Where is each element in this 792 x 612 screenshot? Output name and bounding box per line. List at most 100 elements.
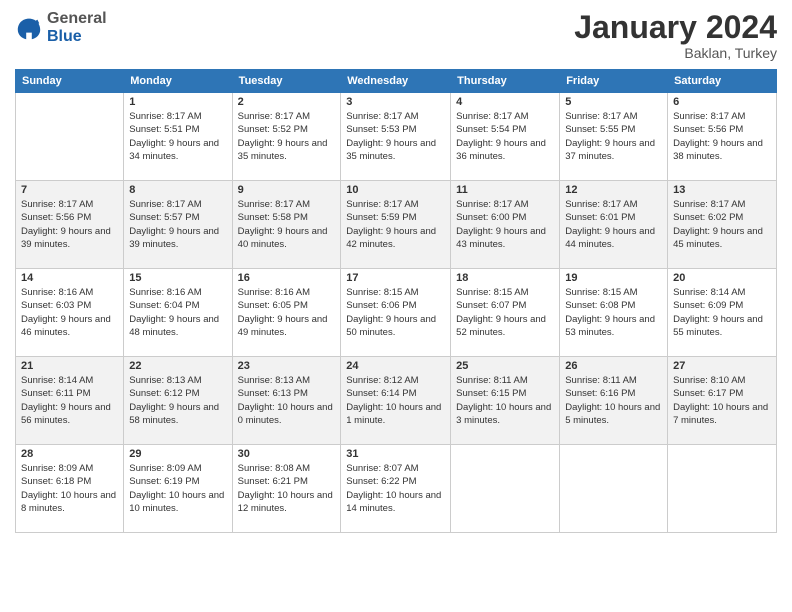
day-number: 10 bbox=[346, 184, 445, 196]
day-number: 2 bbox=[238, 96, 336, 108]
col-thursday: Thursday bbox=[451, 70, 560, 93]
day-info: Sunrise: 8:17 AMSunset: 5:54 PMDaylight:… bbox=[456, 110, 554, 163]
col-saturday: Saturday bbox=[668, 70, 777, 93]
calendar-cell: 14 Sunrise: 8:16 AMSunset: 6:03 PMDayligh… bbox=[16, 269, 124, 357]
calendar-cell: 7Sunrise: 8:17 AMSunset: 5:56 PMDaylight… bbox=[16, 181, 124, 269]
calendar-cell: 13Sunrise: 8:17 AMSunset: 6:02 PMDayligh… bbox=[668, 181, 777, 269]
calendar-cell: 22 Sunrise: 8:13 AMSunset: 6:12 PMDayligh… bbox=[124, 357, 232, 445]
calendar-cell: 21 Sunrise: 8:14 AMSunset: 6:11 PMDayligh… bbox=[16, 357, 124, 445]
day-info: Sunrise: 8:17 AMSunset: 6:01 PMDaylight:… bbox=[565, 198, 662, 251]
day-info: Sunrise: 8:16 AMSunset: 6:03 PMDaylight:… bbox=[21, 286, 118, 339]
day-info: Sunrise: 8:16 AMSunset: 6:04 PMDaylight:… bbox=[129, 286, 226, 339]
calendar-table: Sunday Monday Tuesday Wednesday Thursday… bbox=[15, 69, 777, 533]
day-number: 23 bbox=[238, 360, 336, 372]
day-number: 4 bbox=[456, 96, 554, 108]
day-info: Sunrise: 8:14 AMSunset: 6:09 PMDaylight:… bbox=[673, 286, 771, 339]
calendar-cell: 8 Sunrise: 8:17 AMSunset: 5:57 PMDaylight… bbox=[124, 181, 232, 269]
calendar-week-3: 14 Sunrise: 8:16 AMSunset: 6:03 PMDayligh… bbox=[16, 269, 777, 357]
day-number: 26 bbox=[565, 360, 662, 372]
day-info: Sunrise: 8:15 AMSunset: 6:08 PMDaylight:… bbox=[565, 286, 662, 339]
day-number: 25 bbox=[456, 360, 554, 372]
month-title: January 2024 bbox=[574, 10, 777, 45]
calendar-cell: 3 Sunrise: 8:17 AMSunset: 5:53 PMDaylight… bbox=[341, 93, 451, 181]
calendar-cell: 18 Sunrise: 8:15 AMSunset: 6:07 PMDayligh… bbox=[451, 269, 560, 357]
calendar-cell: 5 Sunrise: 8:17 AMSunset: 5:55 PMDaylight… bbox=[560, 93, 668, 181]
calendar-week-4: 21 Sunrise: 8:14 AMSunset: 6:11 PMDayligh… bbox=[16, 357, 777, 445]
header-row: Sunday Monday Tuesday Wednesday Thursday… bbox=[16, 70, 777, 93]
day-number: 9 bbox=[238, 184, 336, 196]
day-info: Sunrise: 8:15 AMSunset: 6:07 PMDaylight:… bbox=[456, 286, 554, 339]
title-block: January 2024 Baklan, Turkey bbox=[574, 10, 777, 61]
day-info: Sunrise: 8:17 AMSunset: 5:55 PMDaylight:… bbox=[565, 110, 662, 163]
calendar-cell: 10 Sunrise: 8:17 AMSunset: 5:59 PMDayligh… bbox=[341, 181, 451, 269]
day-info: Sunrise: 8:13 AMSunset: 6:12 PMDaylight:… bbox=[129, 374, 226, 427]
calendar-cell bbox=[560, 445, 668, 533]
day-number: 31 bbox=[346, 448, 445, 460]
day-number: 8 bbox=[129, 184, 226, 196]
day-number: 12 bbox=[565, 184, 662, 196]
page-header: General Blue January 2024 Baklan, Turkey bbox=[15, 10, 777, 61]
day-number: 15 bbox=[129, 272, 226, 284]
day-info: Sunrise: 8:17 AMSunset: 5:56 PMDaylight:… bbox=[673, 110, 771, 163]
day-number: 28 bbox=[21, 448, 118, 460]
day-info: Sunrise: 8:17 AMSunset: 5:57 PMDaylight:… bbox=[129, 198, 226, 251]
calendar-cell: 19 Sunrise: 8:15 AMSunset: 6:08 PMDayligh… bbox=[560, 269, 668, 357]
day-info: Sunrise: 8:11 AMSunset: 6:15 PMDaylight:… bbox=[456, 374, 554, 427]
day-number: 7 bbox=[21, 184, 118, 196]
day-number: 3 bbox=[346, 96, 445, 108]
day-info: Sunrise: 8:07 AMSunset: 6:22 PMDaylight:… bbox=[346, 462, 445, 515]
day-info: Sunrise: 8:12 AMSunset: 6:14 PMDaylight:… bbox=[346, 374, 445, 427]
day-number: 14 bbox=[21, 272, 118, 284]
calendar-cell bbox=[16, 93, 124, 181]
calendar-cell: 15 Sunrise: 8:16 AMSunset: 6:04 PMDayligh… bbox=[124, 269, 232, 357]
calendar-cell: 2Sunrise: 8:17 AMSunset: 5:52 PMDaylight… bbox=[232, 93, 341, 181]
day-info: Sunrise: 8:17 AMSunset: 5:59 PMDaylight:… bbox=[346, 198, 445, 251]
calendar-cell: 29Sunrise: 8:09 AMSunset: 6:19 PMDayligh… bbox=[124, 445, 232, 533]
calendar-cell: 6Sunrise: 8:17 AMSunset: 5:56 PMDaylight… bbox=[668, 93, 777, 181]
calendar-cell: 11 Sunrise: 8:17 AMSunset: 6:00 PMDayligh… bbox=[451, 181, 560, 269]
calendar-cell: 16Sunrise: 8:16 AMSunset: 6:05 PMDayligh… bbox=[232, 269, 341, 357]
day-info: Sunrise: 8:08 AMSunset: 6:21 PMDaylight:… bbox=[238, 462, 336, 515]
col-wednesday: Wednesday bbox=[341, 70, 451, 93]
day-info: Sunrise: 8:11 AMSunset: 6:16 PMDaylight:… bbox=[565, 374, 662, 427]
day-number: 1 bbox=[129, 96, 226, 108]
day-info: Sunrise: 8:17 AMSunset: 6:02 PMDaylight:… bbox=[673, 198, 771, 251]
day-number: 5 bbox=[565, 96, 662, 108]
calendar-cell bbox=[451, 445, 560, 533]
day-number: 30 bbox=[238, 448, 336, 460]
calendar-cell: 1 Sunrise: 8:17 AMSunset: 5:51 PMDaylight… bbox=[124, 93, 232, 181]
logo-icon bbox=[15, 14, 43, 42]
day-number: 21 bbox=[21, 360, 118, 372]
calendar-cell: 12 Sunrise: 8:17 AMSunset: 6:01 PMDayligh… bbox=[560, 181, 668, 269]
day-info: Sunrise: 8:17 AMSunset: 6:00 PMDaylight:… bbox=[456, 198, 554, 251]
location: Baklan, Turkey bbox=[574, 45, 777, 61]
day-info: Sunrise: 8:10 AMSunset: 6:17 PMDaylight:… bbox=[673, 374, 771, 427]
day-info: Sunrise: 8:17 AMSunset: 5:51 PMDaylight:… bbox=[129, 110, 226, 163]
calendar-cell: 4 Sunrise: 8:17 AMSunset: 5:54 PMDaylight… bbox=[451, 93, 560, 181]
day-info: Sunrise: 8:16 AMSunset: 6:05 PMDaylight:… bbox=[238, 286, 336, 339]
day-number: 24 bbox=[346, 360, 445, 372]
col-tuesday: Tuesday bbox=[232, 70, 341, 93]
day-info: Sunrise: 8:17 AMSunset: 5:53 PMDaylight:… bbox=[346, 110, 445, 163]
day-number: 29 bbox=[129, 448, 226, 460]
day-info: Sunrise: 8:09 AMSunset: 6:18 PMDaylight:… bbox=[21, 462, 118, 515]
day-info: Sunrise: 8:17 AMSunset: 5:58 PMDaylight:… bbox=[238, 198, 336, 251]
calendar-week-1: 1 Sunrise: 8:17 AMSunset: 5:51 PMDaylight… bbox=[16, 93, 777, 181]
calendar-cell: 25 Sunrise: 8:11 AMSunset: 6:15 PMDayligh… bbox=[451, 357, 560, 445]
calendar-cell: 30 Sunrise: 8:08 AMSunset: 6:21 PMDayligh… bbox=[232, 445, 341, 533]
day-info: Sunrise: 8:15 AMSunset: 6:06 PMDaylight:… bbox=[346, 286, 445, 339]
day-info: Sunrise: 8:14 AMSunset: 6:11 PMDaylight:… bbox=[21, 374, 118, 427]
calendar-week-5: 28 Sunrise: 8:09 AMSunset: 6:18 PMDayligh… bbox=[16, 445, 777, 533]
col-friday: Friday bbox=[560, 70, 668, 93]
calendar-cell bbox=[668, 445, 777, 533]
day-number: 22 bbox=[129, 360, 226, 372]
col-sunday: Sunday bbox=[16, 70, 124, 93]
day-number: 19 bbox=[565, 272, 662, 284]
calendar-cell: 9 Sunrise: 8:17 AMSunset: 5:58 PMDaylight… bbox=[232, 181, 341, 269]
day-number: 11 bbox=[456, 184, 554, 196]
day-number: 18 bbox=[456, 272, 554, 284]
day-number: 17 bbox=[346, 272, 445, 284]
calendar-cell: 20Sunrise: 8:14 AMSunset: 6:09 PMDayligh… bbox=[668, 269, 777, 357]
calendar-cell: 24 Sunrise: 8:12 AMSunset: 6:14 PMDayligh… bbox=[341, 357, 451, 445]
calendar-cell: 28 Sunrise: 8:09 AMSunset: 6:18 PMDayligh… bbox=[16, 445, 124, 533]
